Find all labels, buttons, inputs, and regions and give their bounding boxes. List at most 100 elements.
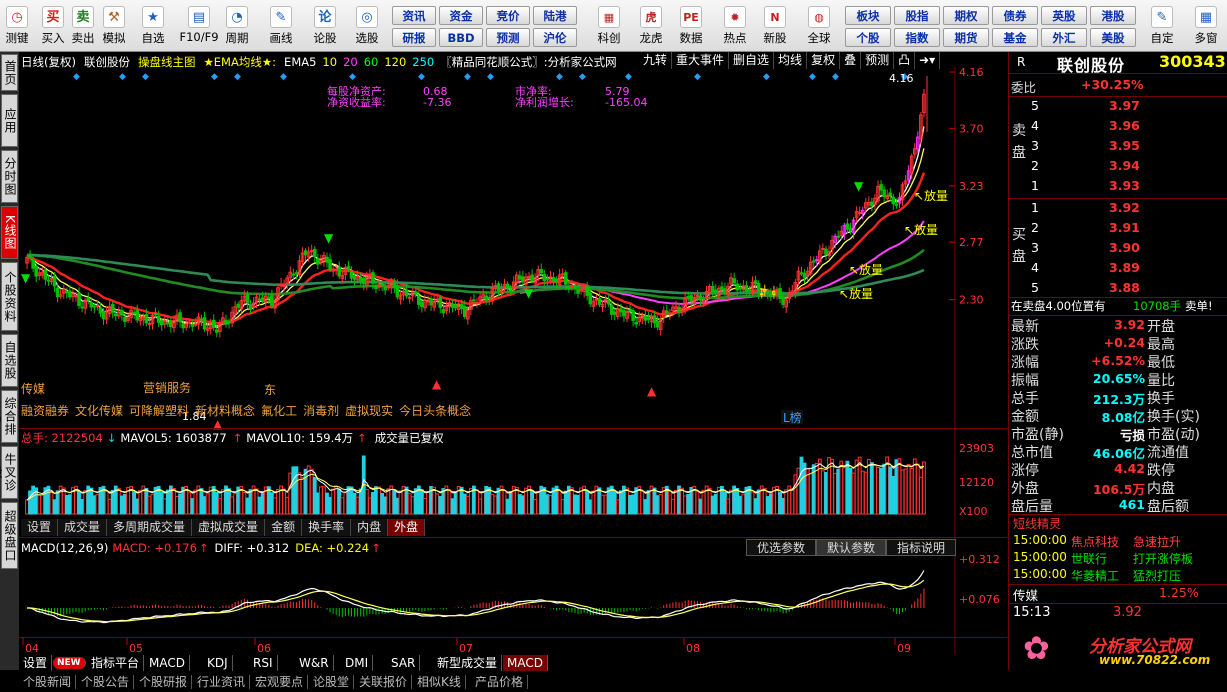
- info-tab[interactable]: 个股新闻: [19, 675, 77, 689]
- macd-param-button[interactable]: 指标说明: [886, 539, 957, 556]
- market-button[interactable]: 期权: [943, 6, 989, 25]
- market-button[interactable]: 英股: [1041, 6, 1087, 25]
- toolbar-multiwindow-button[interactable]: ▦ 多窗: [1186, 0, 1226, 52]
- concept-tag[interactable]: 融资融券: [21, 404, 69, 418]
- toolbar-buy-button[interactable]: 买买入: [36, 0, 70, 52]
- quick-button[interactable]: 研报: [392, 28, 436, 47]
- ask-row[interactable]: 4 3.96: [1009, 118, 1227, 136]
- ask-row[interactable]: 5 3.97: [1009, 98, 1227, 116]
- toolbar-select-stock-button[interactable]: ◎ 选股: [350, 0, 384, 52]
- leftnav-item[interactable]: 自选股: [1, 334, 18, 387]
- toolbar-period-button[interactable]: ◔ 周期: [220, 0, 254, 52]
- indicator-tab[interactable]: W&R: [295, 655, 334, 671]
- leftnav-item[interactable]: 个股资料: [1, 262, 18, 331]
- toolbar-tiger-button[interactable]: 虎龙虎: [632, 0, 670, 52]
- quick-button[interactable]: 资讯: [392, 6, 436, 25]
- leftnav-item[interactable]: 分时图: [1, 150, 18, 203]
- indicator-tab[interactable]: DMI: [341, 655, 374, 671]
- elf-row[interactable]: 15:00:00 世联行 打开涨停板: [1009, 550, 1227, 568]
- info-tab[interactable]: 行业资讯: [193, 675, 251, 689]
- market-button[interactable]: 债券: [992, 6, 1038, 25]
- macd-param-button[interactable]: 默认参数: [816, 539, 887, 556]
- volume-tab[interactable]: 外盘: [388, 519, 426, 536]
- bid-row[interactable]: 2 3.91: [1009, 220, 1227, 238]
- bid-row[interactable]: 3 3.90: [1009, 240, 1227, 258]
- market-button[interactable]: 板块: [845, 6, 891, 25]
- concept-tag[interactable]: 虚拟现实: [345, 404, 393, 418]
- info-tab[interactable]: 产品价格: [471, 675, 529, 689]
- toolbar-sell-button[interactable]: 卖卖出: [66, 0, 100, 52]
- toolbar-pencil-button[interactable]: ✎ 画线: [264, 0, 298, 52]
- volume-tab[interactable]: 虚拟成交量: [192, 519, 266, 536]
- leftnav-item[interactable]: K线图: [1, 206, 18, 259]
- quick-button[interactable]: BBD: [439, 28, 483, 47]
- volume-tab[interactable]: 设置: [21, 519, 59, 536]
- volume-tab[interactable]: 成交量: [58, 519, 108, 536]
- elf-row[interactable]: 15:00:00 焦点科技 急速拉升: [1009, 533, 1227, 551]
- ask-row[interactable]: 2 3.94: [1009, 158, 1227, 176]
- volume-tab[interactable]: 内盘: [351, 519, 389, 536]
- market-button[interactable]: 期货: [943, 28, 989, 47]
- leftnav-item[interactable]: 应用: [1, 94, 18, 147]
- toolbar-forum-button[interactable]: 论论股: [308, 0, 342, 52]
- toolbar-fire-button[interactable]: ✹ 热点: [716, 0, 754, 52]
- toolbar-pe-button[interactable]: PE 数据: [672, 0, 710, 52]
- indicator-tab[interactable]: MACD: [503, 655, 548, 671]
- ask-row[interactable]: 3 3.95: [1009, 138, 1227, 156]
- leftnav-item[interactable]: 综合排名: [0, 390, 18, 443]
- toolbar-star-button[interactable]: ★ 自选: [136, 0, 170, 52]
- market-button[interactable]: 个股: [845, 28, 891, 47]
- toolbar-newstock-button[interactable]: N 新股: [756, 0, 794, 52]
- indicator-tab[interactable]: NEW: [53, 657, 86, 669]
- indicator-tab[interactable]: MACD: [145, 655, 190, 671]
- quick-button[interactable]: 沪伦: [533, 28, 577, 47]
- concept-tag[interactable]: 消毒剂: [303, 404, 339, 418]
- concept-tag[interactable]: 氟化工: [261, 404, 297, 418]
- info-tab[interactable]: 相似K线: [413, 675, 466, 689]
- market-button[interactable]: 港股: [1090, 6, 1136, 25]
- concept-tag[interactable]: 文化传媒: [75, 404, 123, 418]
- info-tab[interactable]: 宏观要点: [251, 675, 309, 689]
- toolbar-clock-button[interactable]: ◷ 测键: [0, 0, 34, 52]
- volume-tab[interactable]: 多周期成交量: [107, 519, 193, 536]
- indicator-tab[interactable]: 设置: [19, 655, 53, 671]
- bid-row[interactable]: 5 3.88: [1009, 280, 1227, 298]
- info-tab[interactable]: 个股公告: [77, 675, 135, 689]
- toolbar-chart-button[interactable]: ▦ 科创: [590, 0, 628, 52]
- volume-tab[interactable]: 金额: [265, 519, 303, 536]
- ask-row[interactable]: 1 3.93: [1009, 178, 1227, 196]
- concept-tag[interactable]: 今日头条概念: [399, 404, 471, 418]
- info-tab[interactable]: 关联报价: [355, 675, 413, 689]
- market-button[interactable]: 外汇: [1041, 28, 1087, 47]
- quick-button[interactable]: 预测: [486, 28, 530, 47]
- leftnav-item[interactable]: 首页: [1, 54, 18, 91]
- indicator-tab[interactable]: 指标平台: [87, 655, 145, 671]
- sector-row[interactable]: 传媒 1.25%: [1009, 585, 1227, 603]
- bid-row[interactable]: 4 3.89: [1009, 260, 1227, 278]
- elf-row[interactable]: 15:00:00 华菱精工 猛烈打压: [1009, 567, 1227, 585]
- indicator-tab[interactable]: 新型成交量: [433, 655, 503, 671]
- market-button[interactable]: 基金: [992, 28, 1038, 47]
- concept-tag[interactable]: 新材料概念: [195, 404, 255, 418]
- indicator-tab[interactable]: RSI: [249, 655, 278, 671]
- bid-row[interactable]: 1 3.92: [1009, 200, 1227, 218]
- quick-button[interactable]: 竞价: [486, 6, 530, 25]
- indicator-tab[interactable]: KDJ: [203, 655, 233, 671]
- macd-param-button[interactable]: 优选参数: [746, 539, 817, 556]
- toolbar-custom-button[interactable]: ✎ 自定: [1142, 0, 1182, 52]
- quick-button[interactable]: 陆港: [533, 6, 577, 25]
- toolbar-globe-button[interactable]: ◍ 全球: [800, 0, 838, 52]
- info-tab[interactable]: 论股堂: [309, 675, 355, 689]
- market-button[interactable]: 指数: [894, 28, 940, 47]
- kline-chart[interactable]: 4.163.703.232.772.30◆ ◆ ◆ ◆ ◆ ◆ ◆ ◆ ◆ ◆ ◆ ◆ ◆ ◆ ◆ ◆ ◆ ◆4.…: [19, 52, 1007, 670]
- market-button[interactable]: 股指: [894, 6, 940, 25]
- quick-button[interactable]: 资金: [439, 6, 483, 25]
- indicator-tab[interactable]: SAR: [387, 655, 421, 671]
- volume-tab[interactable]: 换手率: [302, 519, 352, 536]
- info-tab[interactable]: 个股研报: [135, 675, 193, 689]
- market-button[interactable]: 美股: [1090, 28, 1136, 47]
- concept-tag[interactable]: 可降解塑料: [129, 404, 189, 418]
- leftnav-item[interactable]: 超级盘口: [1, 502, 18, 569]
- toolbar-f10-button[interactable]: ▤ F10/F9: [178, 0, 220, 52]
- toolbar-hammer-button[interactable]: ⚒ 模拟: [97, 0, 131, 52]
